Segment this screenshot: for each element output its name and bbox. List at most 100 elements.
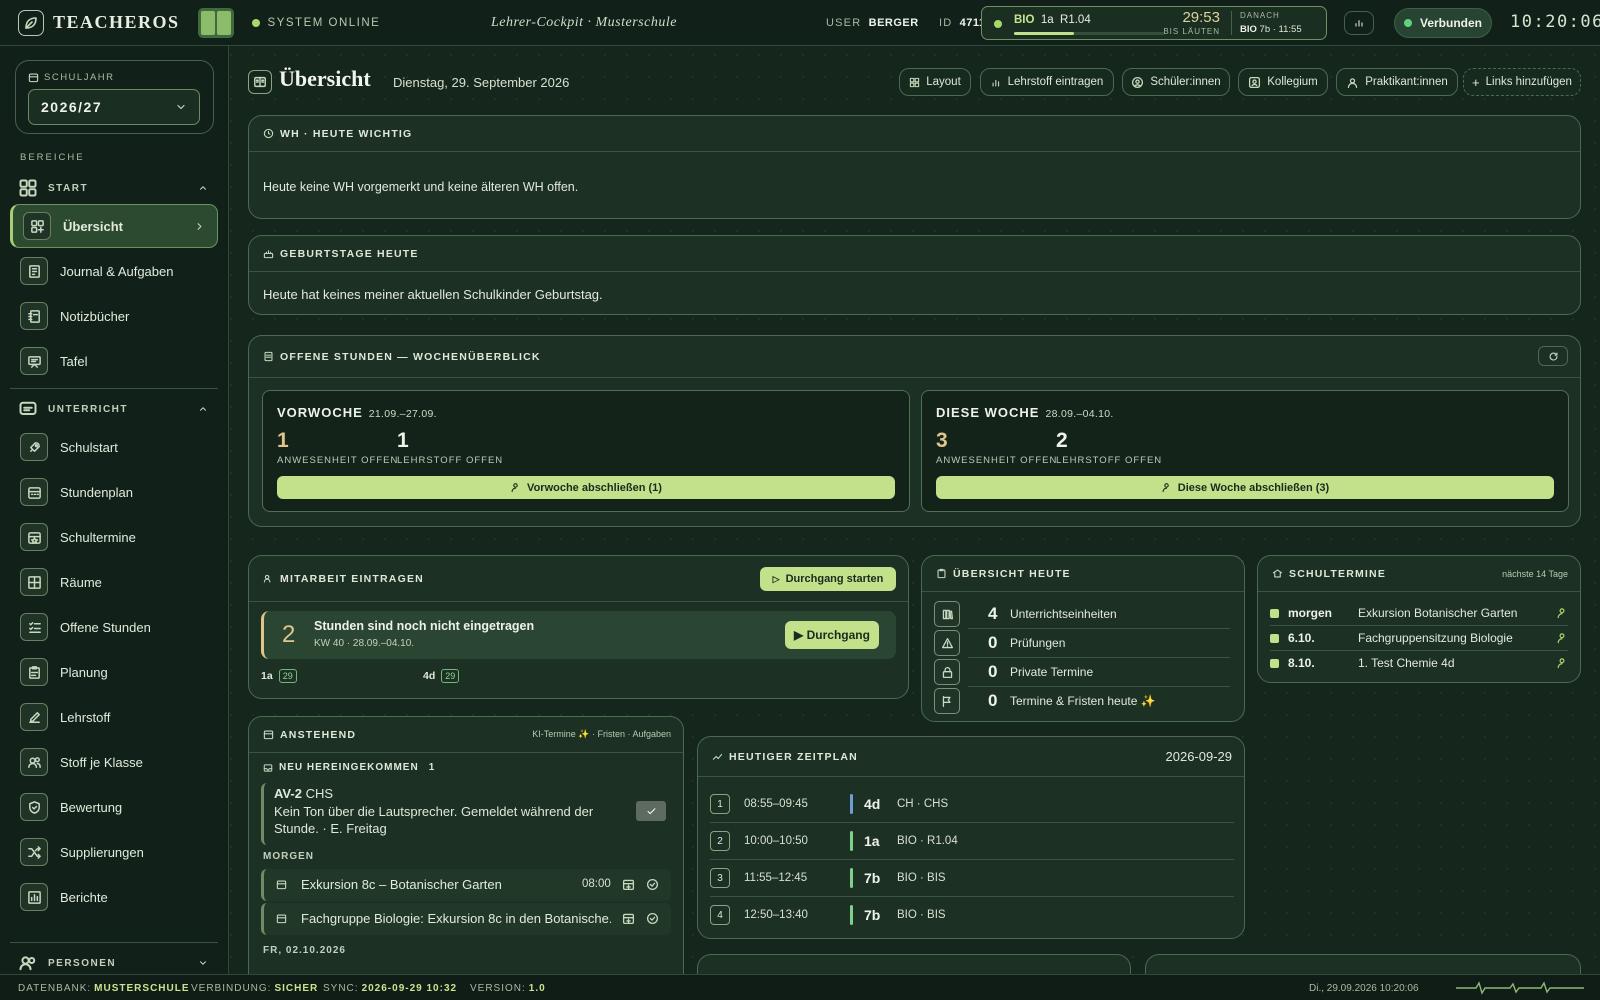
dashboard-icon	[30, 219, 44, 233]
page-date: Dienstag, 29. September 2026	[393, 75, 570, 90]
sidebar-item[interactable]: Planung	[10, 650, 218, 694]
footer-sync-label: SYNC:	[323, 983, 359, 994]
upcoming-row-text: Fachgruppe Biologie: Exkursion 8c in den…	[301, 911, 611, 926]
grid-icon	[19, 179, 37, 197]
colleagues-button[interactable]: Kollegium	[1238, 68, 1328, 96]
chevron-right-icon	[197, 222, 202, 230]
sidebar-item-label: Offene Stunden	[60, 619, 151, 635]
upcoming-row[interactable]: Exkursion 8c – Botanischer Garten 08:00	[261, 869, 671, 901]
sidebar-item[interactable]: Schulstart	[10, 425, 218, 469]
lehrstoff-button[interactable]: Lehrstoff eintragen	[980, 68, 1114, 96]
connection-status[interactable]: Verbunden	[1394, 8, 1492, 38]
clock: 10:20:06	[1510, 12, 1600, 32]
walkthrough-button[interactable]: ▶ Durchgang	[785, 621, 879, 649]
people-icon	[263, 574, 271, 583]
event-row[interactable]: morgen Exkursion Botanischer Garten	[1270, 602, 1568, 624]
birthdays-header: GEBURTSTAGE HEUTE	[249, 236, 1580, 272]
upcoming-row[interactable]: Fachgruppe Biologie: Exkursion 8c in den…	[261, 903, 671, 935]
this-week-title-text: DIESE WOCHE	[936, 405, 1040, 420]
class-chip-4d[interactable]: 4d 29	[423, 669, 460, 683]
today-row-icon-box	[934, 688, 960, 714]
check-circle-icon[interactable]	[646, 912, 659, 925]
start-walkthrough-button[interactable]: ▷ Durchgang starten	[760, 567, 896, 591]
sidebar-item[interactable]: Tafel	[10, 339, 218, 383]
acknowledge-button[interactable]	[636, 801, 666, 821]
sidebar-item[interactable]: Berichte	[10, 875, 218, 919]
sidebar-item[interactable]: Räume	[10, 560, 218, 604]
event-text: Exkursion Botanischer Garten	[1358, 606, 1518, 620]
prev-week-lehrstoff-label: LEHRSTOFF OFFEN	[397, 455, 504, 466]
sidebar: SCHULJAHR 2026/27 BEREICHE START Übersic…	[0, 46, 229, 974]
interns-button-label: Praktikant:innen	[1365, 76, 1448, 88]
today-row[interactable]: 0 Private Termine	[934, 659, 1230, 685]
sidebar-item[interactable]: Schultermine	[10, 515, 218, 559]
refresh-button[interactable]	[1538, 346, 1568, 366]
sidebar-item[interactable]: Journal & Aufgaben	[10, 249, 218, 293]
period-number: 3	[710, 868, 730, 888]
schedule-row[interactable]: 1 08:55–09:45 4d CH · CHS	[710, 791, 1234, 817]
heartbeat-icon	[1456, 981, 1584, 995]
prev-week-attendance: 1	[277, 429, 289, 452]
overview-icon	[248, 70, 272, 94]
incoming-item[interactable]: AV-2 CHS Kein Ton über die Lautsprecher.…	[261, 783, 671, 845]
calendar-plus-icon[interactable]	[622, 912, 635, 925]
nav-icon-box	[20, 523, 48, 551]
sidebar-item[interactable]: Stundenplan	[10, 470, 218, 514]
chevron-up-icon	[200, 407, 206, 411]
close-prev-week-button[interactable]: Vorwoche abschließen (1)	[277, 476, 895, 499]
schedule-row[interactable]: 4 12:50–13:40 7b BIO · BIS	[710, 902, 1234, 928]
wh-text: Heute keine WH vorgemerkt und keine älte…	[263, 180, 579, 194]
group-personen[interactable]: PERSONEN	[18, 952, 208, 974]
group-unterricht[interactable]: UNTERRICHT	[18, 398, 208, 420]
calendar-plus-icon[interactable]	[622, 878, 635, 891]
nav-icon-box	[20, 883, 48, 911]
schedule-row[interactable]: 2 10:00–10:50 1a BIO · R1.04	[710, 828, 1234, 854]
sidebar-item-label: Berichte	[60, 889, 108, 905]
brand[interactable]: TEACHEROS	[18, 9, 180, 36]
add-links-button[interactable]: + Links hinzufügen	[1463, 68, 1581, 96]
sidebar-item[interactable]: Bewertung	[10, 785, 218, 829]
sidebar-item[interactable]: Lehrstoff	[10, 695, 218, 739]
schedule-row[interactable]: 3 11:55–12:45 7b BIO · BIS	[710, 865, 1234, 891]
upcoming-header: ANSTEHEND KI-Termine ✨ · Fristen · Aufga…	[249, 717, 683, 753]
sidebar-item-label: Bewertung	[60, 799, 123, 815]
close-this-week-button[interactable]: Diese Woche abschließen (3)	[936, 476, 1554, 499]
chevron-down-icon	[177, 104, 185, 110]
schedule-title: HEUTIGER ZEITPLAN	[729, 750, 858, 763]
wh-title: WH · HEUTE WICHTIG	[280, 127, 413, 140]
mitarbeit-card: MITARBEIT EINTRAGEN ▷ Durchgang starten …	[248, 555, 909, 699]
check-circle-icon[interactable]	[646, 878, 659, 891]
this-week-range: 28.09.–04.10.	[1045, 408, 1114, 420]
group-start[interactable]: START	[18, 177, 208, 199]
class-chip-1a[interactable]: 1a 29	[261, 669, 297, 683]
students-button[interactable]: Schüler:innen	[1122, 68, 1230, 96]
event-row[interactable]: 8.10. 1. Test Chemie 4d	[1270, 652, 1568, 674]
nav-icon-box	[20, 433, 48, 461]
period-info: BIO · BIS	[897, 872, 946, 884]
footer-conn-value: SICHER	[274, 983, 319, 994]
close-prev-week-label: Vorwoche abschließen (1)	[527, 481, 662, 494]
list-icon	[264, 351, 273, 362]
sidebar-item[interactable]: Übersicht	[10, 204, 218, 248]
today-header: ÜBERSICHT HEUTE	[922, 556, 1244, 592]
person-icon	[1557, 633, 1565, 644]
today-title: ÜBERSICHT HEUTE	[953, 567, 1071, 580]
today-row[interactable]: 0 Prüfungen	[934, 630, 1230, 656]
today-row[interactable]: 0 Termine & Fristen heute ✨	[934, 688, 1230, 714]
sidebar-item[interactable]: Offene Stunden	[10, 605, 218, 649]
event-text: 1. Test Chemie 4d	[1358, 656, 1455, 670]
stats-button[interactable]	[1344, 11, 1374, 35]
inbox-icon	[263, 763, 273, 772]
school-year-select[interactable]: 2026/27	[28, 89, 200, 125]
current-lesson-widget[interactable]: BIO 1a R1.04 29:53 BIS LÄUTEN DANACH BIO…	[981, 6, 1327, 40]
event-row[interactable]: 6.10. Fachgruppensitzung Biologie	[1270, 627, 1568, 649]
sidebar-item-label: Schulstart	[60, 439, 118, 455]
sidebar-item[interactable]: Notizbücher	[10, 294, 218, 338]
sidebar-item[interactable]: Supplierungen	[10, 830, 218, 874]
report-icon	[27, 890, 41, 904]
sidebar-item[interactable]: Stoff je Klasse	[10, 740, 218, 784]
interns-button[interactable]: Praktikant:innen	[1336, 68, 1458, 96]
today-row-count: 0	[988, 691, 998, 710]
layout-button[interactable]: Layout	[899, 68, 971, 96]
today-row[interactable]: 4 Unterrichtseinheiten	[934, 601, 1230, 627]
